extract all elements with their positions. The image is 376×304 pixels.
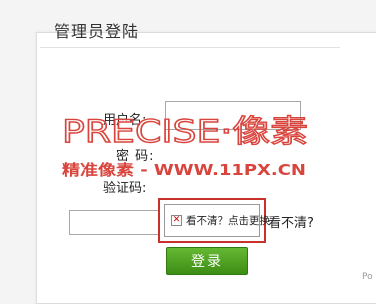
- captcha-highlight: ✕ 看不清？点击更换: [158, 198, 270, 243]
- password-input[interactable]: [165, 137, 301, 159]
- password-label: 密 码:: [116, 149, 155, 164]
- corner-text: Po: [362, 272, 373, 282]
- username-label: 用户名:: [103, 113, 147, 128]
- refresh-captcha-link[interactable]: 看不清?: [268, 212, 314, 231]
- captcha-label: 验证码:: [103, 181, 147, 196]
- panel-header: 管理员登陆: [40, 13, 340, 48]
- username-input[interactable]: [165, 101, 301, 130]
- captcha-alt-text: 看不清？点击更换: [186, 215, 270, 227]
- broken-image-icon: ✕: [171, 215, 182, 226]
- captcha-image[interactable]: ✕ 看不清？点击更换: [164, 204, 270, 237]
- login-button[interactable]: 登录: [166, 247, 248, 275]
- page-title: 管理员登陆: [54, 22, 140, 41]
- captcha-input[interactable]: [69, 210, 165, 235]
